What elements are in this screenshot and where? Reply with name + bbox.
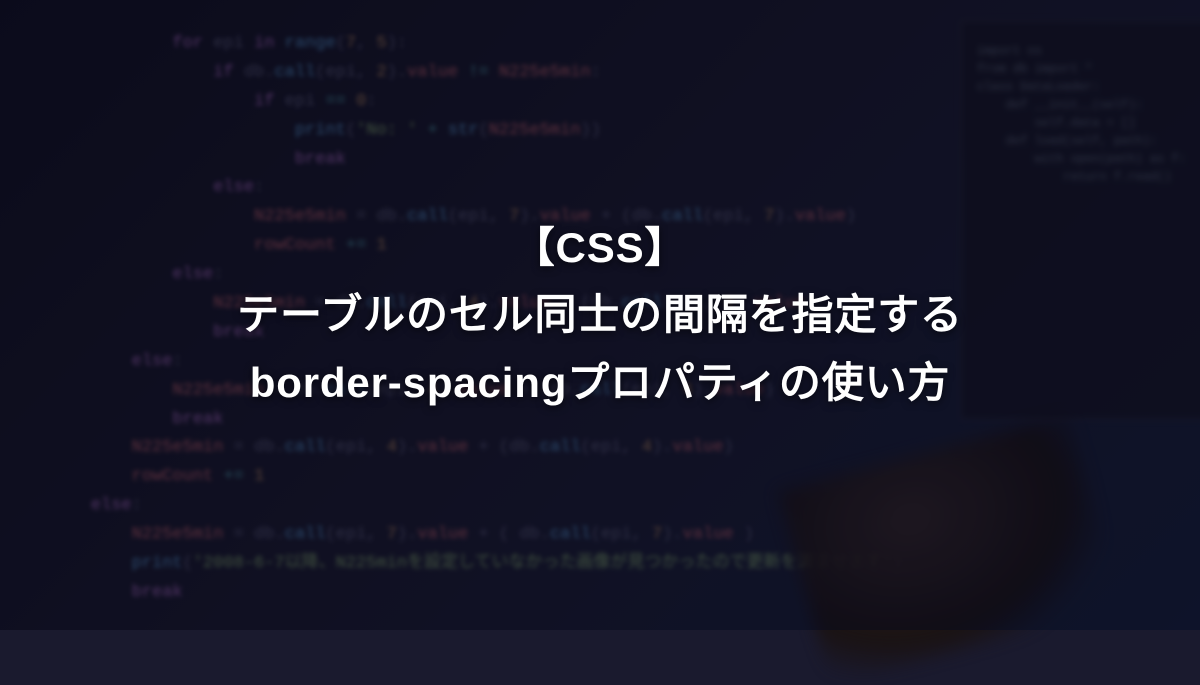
title-line-1: 【CSS】 <box>513 214 688 281</box>
title-container: 【CSS】 テーブルのセル同士の間隔を指定する border-spacingプロ… <box>0 0 1200 630</box>
title-line-2: テーブルのセル同士の間隔を指定する <box>237 281 963 348</box>
title-line-3: border-spacingプロパティの使い方 <box>250 349 951 416</box>
